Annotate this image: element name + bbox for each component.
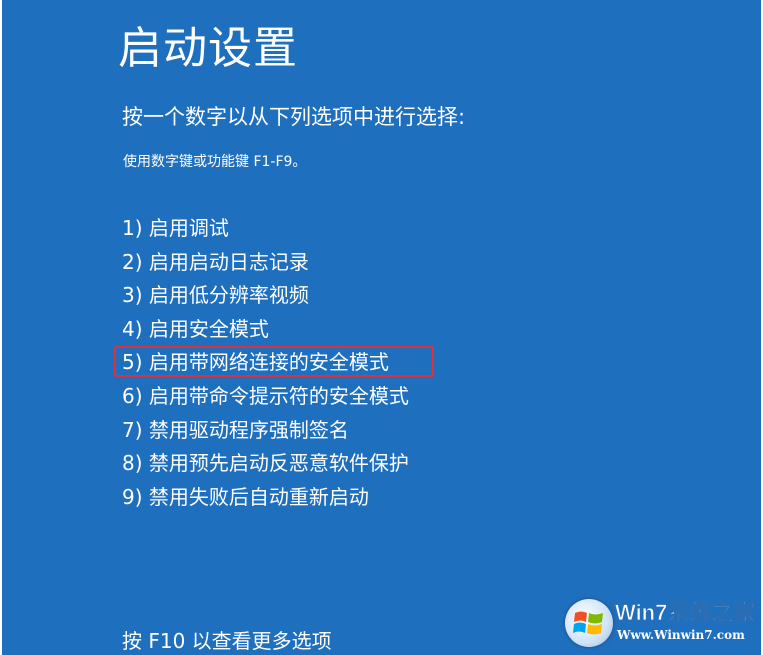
option-enable-low-resolution-video[interactable]: 3) 启用低分辨率视频 [122, 279, 409, 313]
instruction-text: 按一个数字以从下列选项中进行选择: [122, 105, 466, 129]
option-enable-debugging[interactable]: 1) 启用调试 [122, 212, 409, 246]
option-enable-safe-mode-with-networking[interactable]: 5) 启用带网络连接的安全模式 [114, 346, 434, 380]
watermark-url: Www.Winwin7.com [617, 628, 745, 642]
watermark-brand-text: Win7系统之家 [615, 600, 755, 626]
startup-settings-screen: 启动设置 按一个数字以从下列选项中进行选择: 使用数字键或功能键 F1-F9。 … [2, 0, 761, 655]
svg-text:Win7系统之家: Win7系统之家 [615, 600, 755, 625]
option-enable-safe-mode[interactable]: 4) 启用安全模式 [122, 313, 409, 347]
watermark-logo: Win7系统之家 Www.Winwin7.com [565, 597, 755, 649]
option-enable-boot-logging[interactable]: 2) 启用启动日志记录 [122, 246, 409, 280]
hint-text: 使用数字键或功能键 F1-F9。 [123, 154, 307, 170]
option-disable-auto-restart-on-failure[interactable]: 9) 禁用失败后自动重新启动 [122, 481, 409, 515]
page-title: 启动设置 [118, 23, 298, 74]
windows-flag-icon [565, 599, 613, 647]
more-options-link[interactable]: 按 F10 以查看更多选项 [122, 627, 332, 655]
option-enable-safe-mode-with-command-prompt[interactable]: 6) 启用带命令提示符的安全模式 [122, 380, 409, 414]
startup-options-list: 1) 启用调试 2) 启用启动日志记录 3) 启用低分辨率视频 4) 启用安全模… [114, 212, 434, 515]
option-disable-early-launch-anti-malware[interactable]: 8) 禁用预先启动反恶意软件保护 [122, 447, 409, 481]
option-disable-driver-signature-enforcement[interactable]: 7) 禁用驱动程序强制签名 [122, 414, 409, 448]
